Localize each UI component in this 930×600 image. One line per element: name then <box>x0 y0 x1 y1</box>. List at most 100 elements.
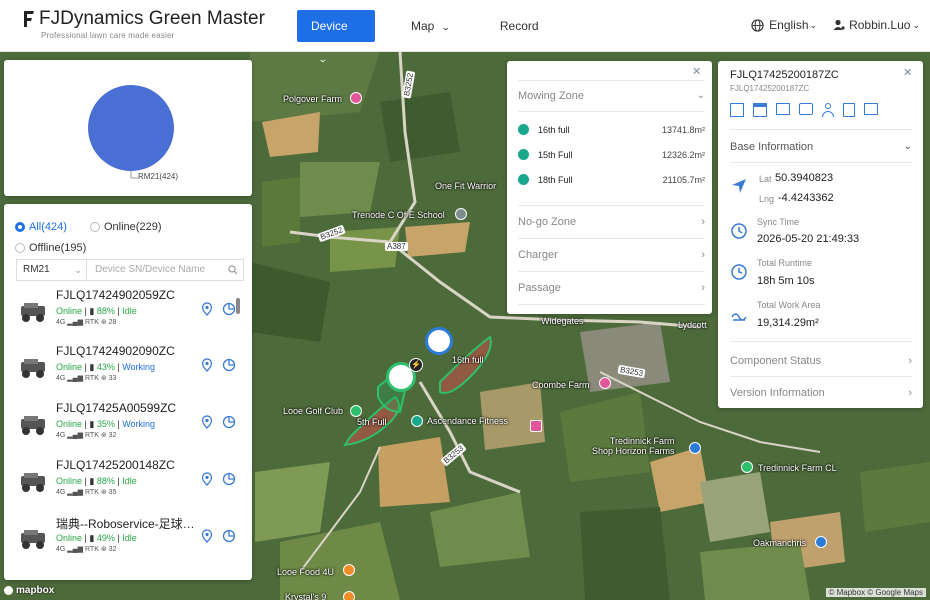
statistics-icon[interactable] <box>222 529 236 543</box>
mapbox-icon <box>4 586 13 595</box>
statistics-icon[interactable] <box>222 302 236 316</box>
device-list-item[interactable]: FJLQ17425200148ZC Online | ▮ 88% | Idle 4G… <box>14 458 244 515</box>
user-icon <box>833 19 845 30</box>
layout-icon[interactable] <box>730 103 744 117</box>
filter-online[interactable]: Online(229) <box>90 221 161 233</box>
zone-item[interactable]: 16th full 13741.8m² <box>518 124 705 135</box>
locate-icon[interactable] <box>200 358 214 372</box>
battery-icon: ▮ <box>89 476 95 486</box>
nogo-zone-header[interactable]: No-go Zone › <box>518 216 705 228</box>
close-icon[interactable]: ✕ <box>903 66 912 79</box>
logo-mark-icon <box>24 11 34 27</box>
pie-chart <box>88 85 174 179</box>
calendar-icon[interactable] <box>753 103 767 117</box>
golf-pin-icon[interactable] <box>350 405 362 417</box>
map-label-oakmanchris: Oakmanchris <box>753 538 807 548</box>
device-list-item[interactable]: FJLQ17424902090ZC Online | ▮ 43% | Workin… <box>14 344 244 401</box>
work-area-label: Total Work Area <box>757 300 821 310</box>
device-list-item[interactable]: FJLQ17425A00599ZC Online | ▮ 35% | Workin… <box>14 401 244 458</box>
signal-bars-icon: ▂▄▆ <box>67 375 84 382</box>
version-info-header[interactable]: Version Information › <box>730 387 912 399</box>
nav-device[interactable]: Device⌄ <box>297 10 375 64</box>
globe-icon <box>751 18 764 32</box>
charger-header[interactable]: Charger › <box>518 249 705 261</box>
device-name: FJLQ17424902059ZC <box>56 288 175 302</box>
clock-icon <box>731 264 747 280</box>
statistics-icon[interactable] <box>222 472 236 486</box>
zone-item[interactable]: 18th Full 21105.7m² <box>518 174 705 185</box>
message-icon[interactable] <box>799 103 813 115</box>
device-name: FJLQ17425A00599ZC <box>56 401 177 415</box>
map-label-coombe: Coombe Farm <box>532 380 590 390</box>
radio-icon <box>15 222 25 232</box>
device-signal: 4G ▂▄▆ RTK ⊛ 32 <box>56 546 117 553</box>
chevron-down-icon: ⌄ <box>696 90 705 101</box>
pie-slice[interactable] <box>88 85 174 171</box>
nav-record[interactable]: Record <box>486 10 553 42</box>
device-list-panel: All(424) Online(229) Offline(195) RM21 ⌄… <box>4 204 252 580</box>
chevron-down-icon: ⌄ <box>441 22 452 32</box>
device-model-pie-panel: RM21(424) <box>4 60 252 196</box>
locate-icon[interactable] <box>200 472 214 486</box>
search-icon <box>228 265 238 275</box>
flag-icon <box>518 124 529 135</box>
card-icon[interactable] <box>776 103 790 115</box>
close-icon[interactable]: ✕ <box>692 65 701 78</box>
language-select[interactable]: English ⌄ <box>751 18 817 32</box>
chevron-down-icon: ⌄ <box>809 19 818 30</box>
passage-header[interactable]: Passage › <box>518 282 705 294</box>
farm-pin-icon[interactable] <box>599 377 611 389</box>
school-pin-icon[interactable] <box>455 208 467 220</box>
map-label-tredinnick: Tredinnick Farm Shop Horizon Farms <box>592 436 675 456</box>
device-status: Online | ▮ 88% | Idle <box>56 306 137 316</box>
work-area-icon <box>731 313 747 321</box>
person-icon[interactable] <box>822 103 834 117</box>
chevron-down-icon: ⌄ <box>912 19 920 30</box>
locate-icon[interactable] <box>200 302 214 316</box>
statistics-icon[interactable] <box>222 415 236 429</box>
device-search-input[interactable]: Device SN/Device Name <box>86 259 244 281</box>
list-scrollbar[interactable] <box>236 298 240 314</box>
fitness-pin-icon[interactable] <box>411 415 423 427</box>
map-attribution[interactable]: © Mapbox © Google Maps <box>825 588 926 597</box>
component-status-header[interactable]: Component Status › <box>730 355 912 367</box>
base-info-header[interactable]: Base Information ⌄ <box>730 141 912 153</box>
monitor-icon[interactable] <box>864 103 878 115</box>
device-name: 瑞典--Roboservice-足球… <box>56 517 195 531</box>
user-menu[interactable]: Robbin.Luo ⌄ <box>833 18 920 32</box>
statistics-icon[interactable] <box>222 358 236 372</box>
runtime-value: 18h 5m 10s <box>757 275 815 287</box>
filter-offline[interactable]: Offline(195) <box>15 242 86 254</box>
app-logo[interactable]: FJDynamics Green Master Professional law… <box>22 8 265 40</box>
lodging-pin-icon[interactable] <box>815 536 827 548</box>
shop-pin-icon[interactable] <box>689 442 701 454</box>
model-select[interactable]: RM21 ⌄ <box>16 259 86 281</box>
food-pin-icon[interactable] <box>343 564 355 576</box>
campsite-pin-icon[interactable] <box>741 461 753 473</box>
main-nav: Device⌄ Map ⌄ Record <box>297 10 575 64</box>
zone-item[interactable]: 15th Full 12326.2m² <box>518 149 705 160</box>
map-label-trenode: Trenode C Of E School <box>352 210 445 220</box>
document-icon[interactable] <box>843 103 855 117</box>
satellite-icon: ⊛ <box>100 319 107 326</box>
lat-label: Lat <box>759 174 772 184</box>
mowing-zone-header[interactable]: Mowing Zone ⌄ <box>518 90 705 102</box>
nav-map[interactable]: Map ⌄ <box>397 10 464 42</box>
mower-icon <box>21 416 45 435</box>
satellite-icon: ⊛ <box>100 546 107 553</box>
device-list-item[interactable]: FJLQ17424902059ZC Online | ▮ 88% | Idle 4G… <box>14 288 244 345</box>
radio-icon <box>90 222 100 232</box>
shop-pin-icon[interactable] <box>530 420 542 432</box>
charger-icon[interactable]: ⚡ <box>409 358 423 372</box>
locate-icon[interactable] <box>200 529 214 543</box>
mower-marker[interactable] <box>425 327 453 355</box>
flag-icon <box>518 149 529 160</box>
food-pin-icon[interactable] <box>343 591 355 600</box>
device-list-item[interactable]: 瑞典--Roboservice-足球… Online | ▮ 49% | Idle… <box>14 515 244 572</box>
map-label-onefit: One Fit Warrior <box>435 181 497 191</box>
farm-pin-icon[interactable] <box>350 92 362 104</box>
signal-bars-icon: ▂▄▆ <box>67 489 84 496</box>
chevron-right-icon: › <box>701 216 705 228</box>
locate-icon[interactable] <box>200 415 214 429</box>
filter-all[interactable]: All(424) <box>15 221 67 233</box>
